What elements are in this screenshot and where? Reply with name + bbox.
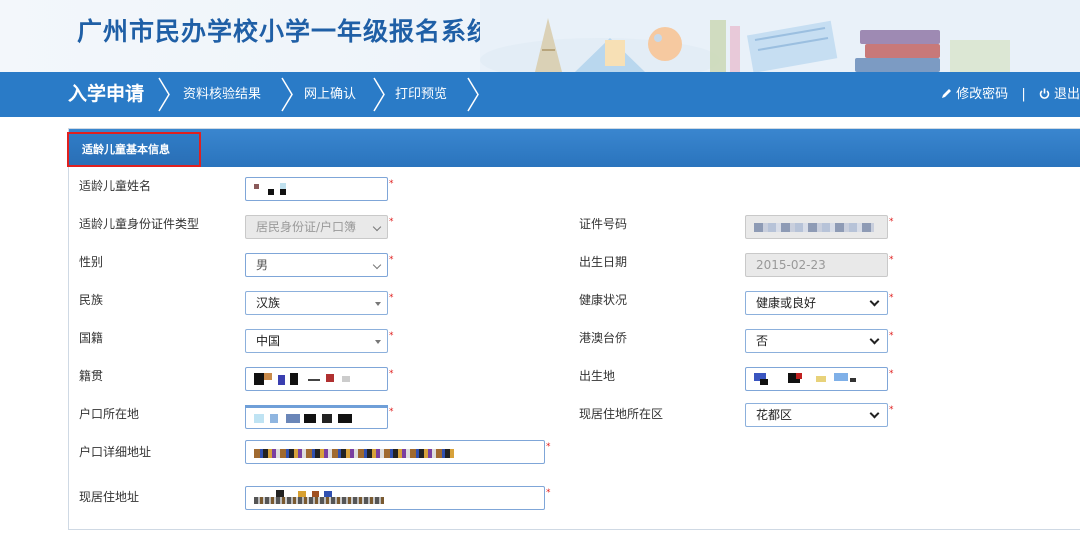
hk-macau-tw-select[interactable]: 否 [745, 329, 888, 353]
change-password-label: 修改密码 [956, 87, 1009, 102]
logout-link[interactable]: 退出 [1039, 87, 1080, 102]
gender-select[interactable]: 男 [245, 253, 388, 277]
nav-user-actions: 修改密码 | 退出 [941, 72, 1080, 117]
masked-text [760, 379, 768, 385]
required-marker: * [389, 179, 394, 189]
child-info-panel: 适龄儿童基本信息 [67, 128, 1080, 530]
id-number-input[interactable] [745, 215, 888, 239]
required-marker: * [389, 369, 394, 379]
id-type-label: 适龄儿童身份证件类型 [79, 217, 200, 231]
health-select[interactable]: 健康或良好 [745, 291, 888, 315]
required-marker: * [389, 407, 394, 417]
nav-online-confirm[interactable]: 网上确认 [304, 72, 356, 117]
ethnicity-label: 民族 [79, 293, 104, 307]
id-type-select[interactable]: 居民身份证/户口簿 [245, 215, 388, 239]
masked-text [342, 376, 350, 382]
masked-text [254, 184, 259, 189]
masked-text [304, 414, 316, 423]
masked-text [324, 491, 332, 497]
masked-text [264, 373, 272, 380]
birth-date-input[interactable]: 2015-02-23 [745, 253, 888, 277]
masked-text [834, 373, 848, 381]
masked-text [245, 405, 388, 408]
masked-text [850, 378, 856, 382]
required-marker: * [389, 217, 394, 227]
birthplace-input[interactable] [745, 367, 888, 391]
masked-text [338, 414, 352, 423]
masked-text [280, 189, 286, 195]
child-name-input[interactable] [245, 177, 388, 201]
masked-text [286, 414, 300, 423]
hukou-location-label: 户口所在地 [79, 407, 140, 421]
masked-text [312, 491, 319, 497]
masked-text [254, 449, 454, 458]
residence-address-input[interactable] [245, 486, 545, 510]
masked-text [290, 373, 298, 385]
masked-text [254, 373, 264, 385]
native-place-label: 籍贯 [79, 369, 104, 383]
child-name-label: 适龄儿童姓名 [79, 179, 152, 193]
nav-print-preview[interactable]: 打印预览 [395, 72, 447, 117]
required-marker: * [389, 255, 394, 265]
power-icon [1039, 88, 1050, 99]
masked-text [796, 373, 802, 379]
required-marker: * [889, 293, 894, 303]
ethnicity-select[interactable]: 汉族 [245, 291, 388, 315]
masked-text [254, 497, 384, 504]
hk-macau-tw-label: 港澳台侨 [579, 331, 628, 345]
required-marker: * [389, 293, 394, 303]
id-number-label: 证件号码 [579, 217, 628, 231]
nav-apply[interactable]: 入学申请 [68, 72, 144, 117]
pencil-icon [942, 89, 952, 98]
chevron-right-icon [373, 77, 385, 112]
masked-text [270, 414, 278, 423]
required-marker: * [889, 369, 894, 379]
residence-address-label: 现居住地址 [79, 490, 140, 504]
nav-bar: 入学申请 资料核验结果 网上确认 打印预览 修改密码 | 退出 [0, 72, 1080, 117]
native-place-input[interactable] [245, 367, 388, 391]
nationality-label: 国籍 [79, 331, 104, 345]
logout-label: 退出 [1053, 87, 1080, 102]
masked-text [322, 414, 332, 423]
chevron-right-icon [281, 77, 293, 112]
required-marker: * [546, 488, 551, 498]
panel-header: 适龄儿童基本信息 [67, 129, 1080, 167]
banner-illustration [480, 0, 1080, 72]
masked-text [308, 379, 320, 381]
gender-label: 性别 [79, 255, 104, 269]
hukou-address-label: 户口详细地址 [79, 445, 152, 459]
masked-text [816, 376, 826, 382]
required-marker: * [889, 405, 894, 415]
residence-district-label: 现居住地所在区 [579, 407, 664, 421]
chevron-right-icon [467, 77, 479, 112]
hukou-address-input[interactable] [245, 440, 545, 464]
residence-district-select[interactable]: 花都区 [745, 403, 888, 427]
change-password-link[interactable]: 修改密码 [941, 87, 1012, 102]
masked-text [298, 491, 306, 497]
required-marker: * [889, 331, 894, 341]
header-banner: 广州市民办学校小学一年级报名系统 [0, 0, 1080, 72]
masked-text [276, 490, 284, 497]
nav-verify-result[interactable]: 资料核验结果 [183, 72, 261, 117]
nationality-select[interactable]: 中国 [245, 329, 388, 353]
chevron-right-icon [158, 77, 170, 112]
nav-separator: | [1021, 87, 1026, 102]
masked-text [254, 414, 264, 423]
app-title: 广州市民办学校小学一年级报名系统 [77, 17, 494, 46]
health-label: 健康状况 [579, 293, 628, 307]
masked-text [326, 374, 334, 382]
birth-date-label: 出生日期 [579, 255, 628, 269]
masked-text [268, 189, 274, 195]
masked-text [754, 223, 874, 232]
hukou-location-input[interactable] [245, 405, 388, 429]
required-marker: * [389, 331, 394, 341]
tab-child-basic-info[interactable]: 适龄儿童基本信息 [67, 132, 201, 167]
required-marker: * [889, 255, 894, 265]
birthplace-label: 出生地 [579, 369, 616, 383]
required-marker: * [546, 442, 551, 452]
masked-text [278, 375, 285, 385]
required-marker: * [889, 217, 894, 227]
